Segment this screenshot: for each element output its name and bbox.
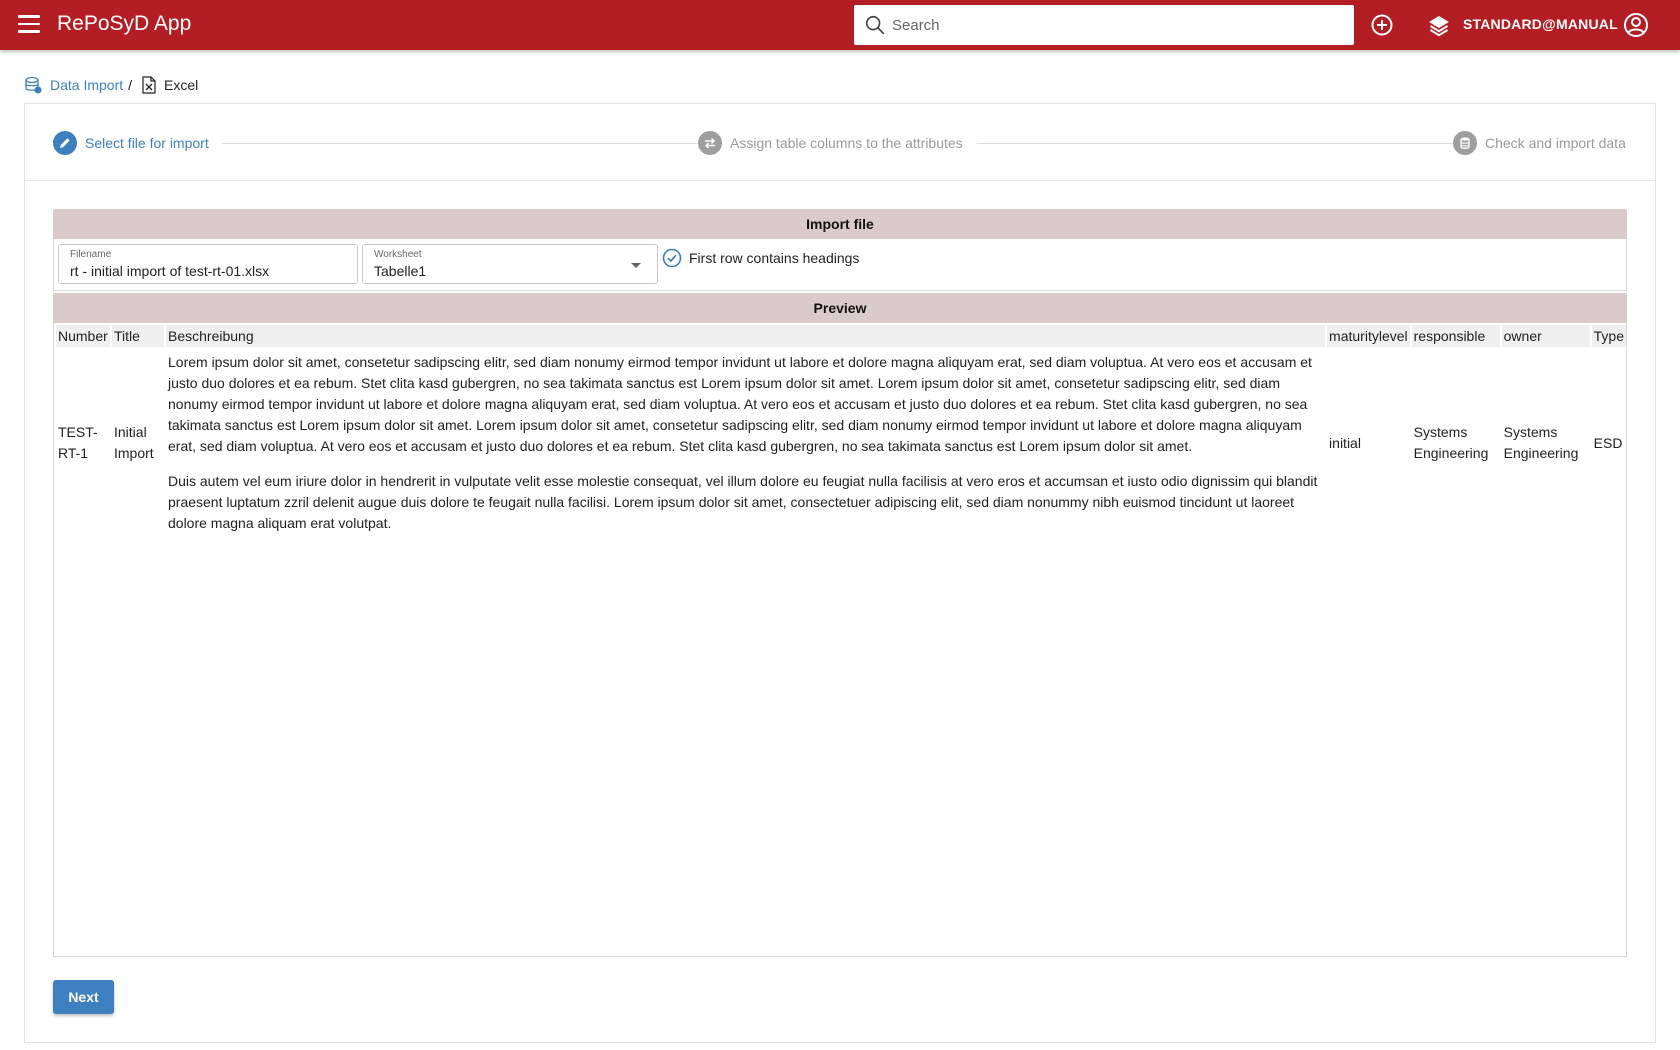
worksheet-select[interactable]: Worksheet Tabelle1 <box>362 244 658 284</box>
table-header-row: Number Title Beschreibung maturitylevel … <box>56 325 1626 347</box>
preview-table-container[interactable]: Number Title Beschreibung maturitylevel … <box>53 323 1627 957</box>
preview-header: Preview <box>53 293 1627 323</box>
search-input[interactable] <box>890 13 1340 37</box>
column-header-number: Number <box>56 325 110 347</box>
cell-beschreibung: Lorem ipsum dolor sit amet, consetetur s… <box>166 349 1325 537</box>
excel-file-icon <box>142 76 156 94</box>
column-header-type: Type <box>1591 325 1626 347</box>
profile-label[interactable]: STANDARD@MANUAL <box>1463 16 1618 32</box>
step-connector <box>977 143 1467 144</box>
database-import-icon <box>25 76 42 94</box>
column-header-owner: owner <box>1501 325 1590 347</box>
preview-table: Number Title Beschreibung maturitylevel … <box>54 323 1626 539</box>
breadcrumb-separator: / <box>128 77 133 93</box>
column-header-beschreibung: Beschreibung <box>166 325 1326 347</box>
step-label: Check and import data <box>1485 135 1626 151</box>
column-header-title: Title <box>112 325 164 347</box>
step-connector <box>222 143 700 144</box>
step-label: Assign table columns to the attributes <box>730 135 963 151</box>
filename-label: Filename <box>70 249 112 260</box>
step-check-import[interactable]: Check and import data <box>1453 131 1626 155</box>
cell-maturitylevel: initial <box>1329 434 1361 451</box>
database-icon <box>1453 131 1477 155</box>
breadcrumb-current: Excel <box>164 77 199 93</box>
cell-responsible: Systems Engineering <box>1413 424 1489 461</box>
search-bar[interactable] <box>854 5 1354 45</box>
swap-icon <box>698 131 722 155</box>
import-wizard-card: Select file for import Assign table colu… <box>24 103 1656 1043</box>
layers-icon[interactable] <box>1427 13 1451 37</box>
menu-icon[interactable] <box>18 15 40 35</box>
worksheet-label: Worksheet <box>374 249 422 260</box>
beschreibung-paragraph: Lorem ipsum dolor sit amet, consetetur s… <box>168 354 1312 454</box>
first-row-headings-label: First row contains headings <box>689 250 860 266</box>
column-header-maturitylevel: maturitylevel <box>1327 325 1410 347</box>
add-circle-icon[interactable] <box>1370 13 1394 37</box>
pencil-icon <box>53 131 77 155</box>
table-row: TEST-RT-1 Initial Import Lorem ipsum dol… <box>56 349 1626 537</box>
stepper: Select file for import Assign table colu… <box>25 104 1655 181</box>
beschreibung-paragraph: Duis autem vel eum iriure dolor in hendr… <box>168 473 1318 531</box>
step-label: Select file for import <box>85 135 209 151</box>
top-app-bar: RePoSyD App STANDARD@MANUAL <box>0 0 1680 50</box>
breadcrumb-data-import-link[interactable]: Data Import <box>50 77 123 93</box>
filename-value: rt - initial import of test-rt-01.xlsx <box>70 263 270 279</box>
cell-title: Initial Import <box>114 424 154 461</box>
account-icon[interactable] <box>1623 12 1649 38</box>
worksheet-value: Tabelle1 <box>374 263 427 279</box>
step-assign-columns[interactable]: Assign table columns to the attributes <box>698 131 963 155</box>
cell-number: TEST-RT-1 <box>58 424 98 461</box>
import-file-header: Import file <box>53 209 1627 239</box>
breadcrumb: Data Import / Excel <box>24 74 198 96</box>
app-title: RePoSyD App <box>57 12 192 35</box>
chevron-down-icon[interactable] <box>631 263 641 268</box>
check-circle-icon[interactable] <box>662 248 682 268</box>
cell-type: ESD <box>1593 434 1623 451</box>
filename-field[interactable]: Filename rt - initial import of test-rt-… <box>58 244 358 284</box>
cell-owner: Systems Engineering <box>1503 424 1579 461</box>
step-select-file[interactable]: Select file for import <box>53 131 209 155</box>
first-row-headings-checkbox[interactable]: First row contains headings <box>662 248 859 268</box>
column-header-responsible: responsible <box>1411 325 1500 347</box>
search-icon <box>865 15 885 35</box>
import-file-body: Filename rt - initial import of test-rt-… <box>53 239 1627 291</box>
next-button[interactable]: Next <box>53 980 114 1014</box>
